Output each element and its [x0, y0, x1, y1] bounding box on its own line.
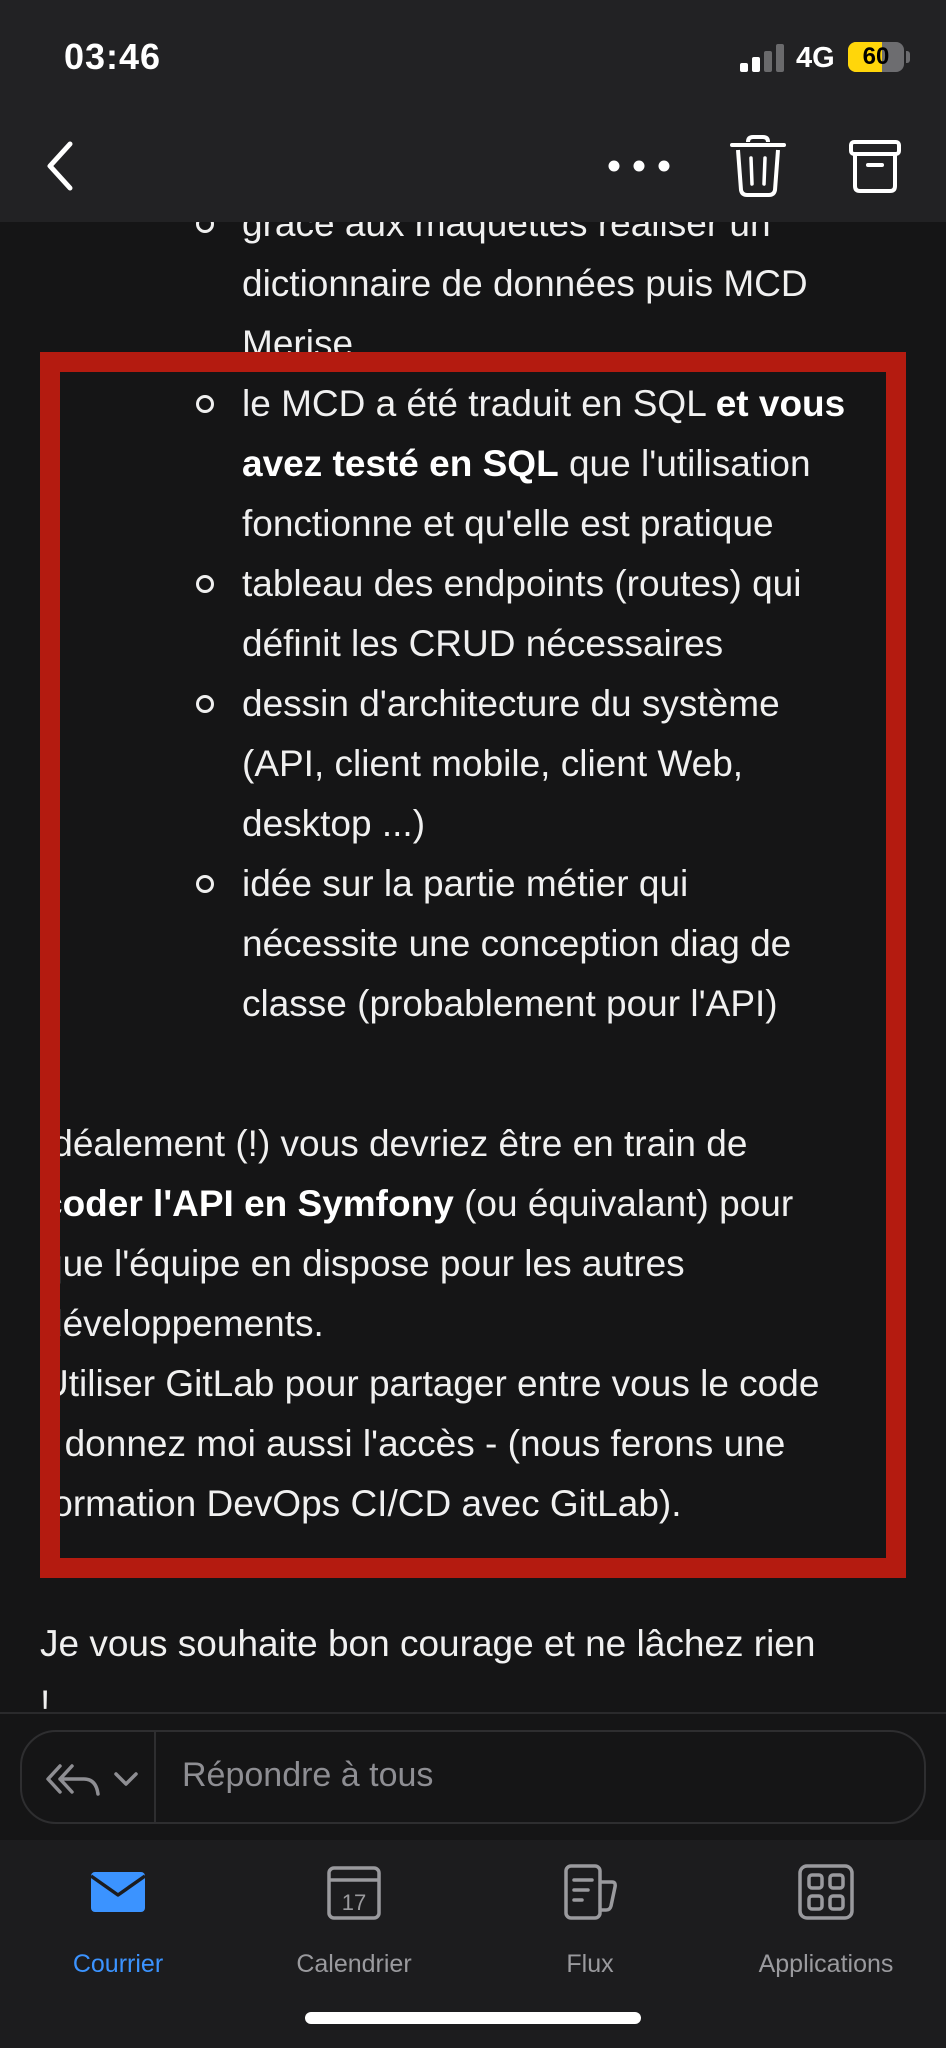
- archive-icon: [849, 140, 901, 193]
- paragraph-line: Je vous souhaite bon courage et ne lâche…: [40, 1614, 815, 1674]
- tab-apps[interactable]: Applications: [708, 1862, 944, 2002]
- back-button[interactable]: [38, 136, 88, 196]
- network-type: 4G: [796, 42, 835, 74]
- message-toolbar: [0, 110, 946, 222]
- trash-icon: [730, 135, 786, 197]
- text-segment: grâce aux maquettes réaliser un: [242, 222, 771, 244]
- calendar-day: 17: [342, 1890, 366, 1915]
- chevron-left-icon: [47, 141, 73, 191]
- reply-all-field[interactable]: Répondre à tous: [20, 1730, 926, 1824]
- tab-mail-label: Courrier: [72, 1950, 164, 1978]
- archive-button[interactable]: [842, 136, 908, 198]
- more-options-button[interactable]: [604, 136, 674, 196]
- reply-placeholder[interactable]: Répondre à tous: [182, 1756, 433, 1795]
- tab-feed-label: Flux: [566, 1950, 614, 1978]
- paragraph-line: !: [40, 1674, 50, 1712]
- text-segment: dictionnaire de données puis MCD: [242, 263, 808, 304]
- list-item-line: grâce aux maquettes réaliser un: [242, 222, 771, 254]
- list-bullet: [196, 222, 214, 233]
- text-segment: !: [40, 1683, 51, 1712]
- email-body: grâce aux maquettes réaliser un dictionna…: [0, 222, 946, 1712]
- feed-icon: [564, 1864, 617, 1920]
- tab-calendar-label: Calendrier: [296, 1950, 412, 1978]
- home-indicator: [305, 2012, 641, 2024]
- list-item-line: dictionnaire de données puis MCD: [242, 254, 808, 314]
- status-bar: 03:46 4G 60: [0, 0, 946, 110]
- reply-divider: [154, 1732, 156, 1822]
- tab-mail[interactable]: Courrier: [0, 1862, 236, 2002]
- text-segment: Je vous souhaite bon courage et ne lâche…: [40, 1623, 816, 1664]
- apps-grid-icon: [798, 1864, 854, 1920]
- tab-feed[interactable]: Flux: [472, 1862, 708, 2002]
- battery-tip: [906, 51, 910, 63]
- cellular-signal-icon: [740, 44, 786, 72]
- highlight-frame: [40, 352, 906, 1578]
- status-time: 03:46: [64, 36, 162, 77]
- more-horizontal-icon: [608, 160, 670, 172]
- calendar-icon: 17: [327, 1866, 381, 1920]
- battery-percentage: 60: [862, 43, 890, 70]
- mail-icon: [89, 1872, 147, 1912]
- battery-icon: 60: [848, 42, 904, 72]
- tab-calendar[interactable]: 17 Calendrier: [236, 1862, 472, 2002]
- tab-apps-label: Applications: [758, 1950, 894, 1978]
- reply-all-chevron-icon[interactable]: [44, 1754, 144, 1802]
- reply-bar: Répondre à tous: [0, 1712, 946, 1840]
- delete-button[interactable]: [726, 132, 790, 200]
